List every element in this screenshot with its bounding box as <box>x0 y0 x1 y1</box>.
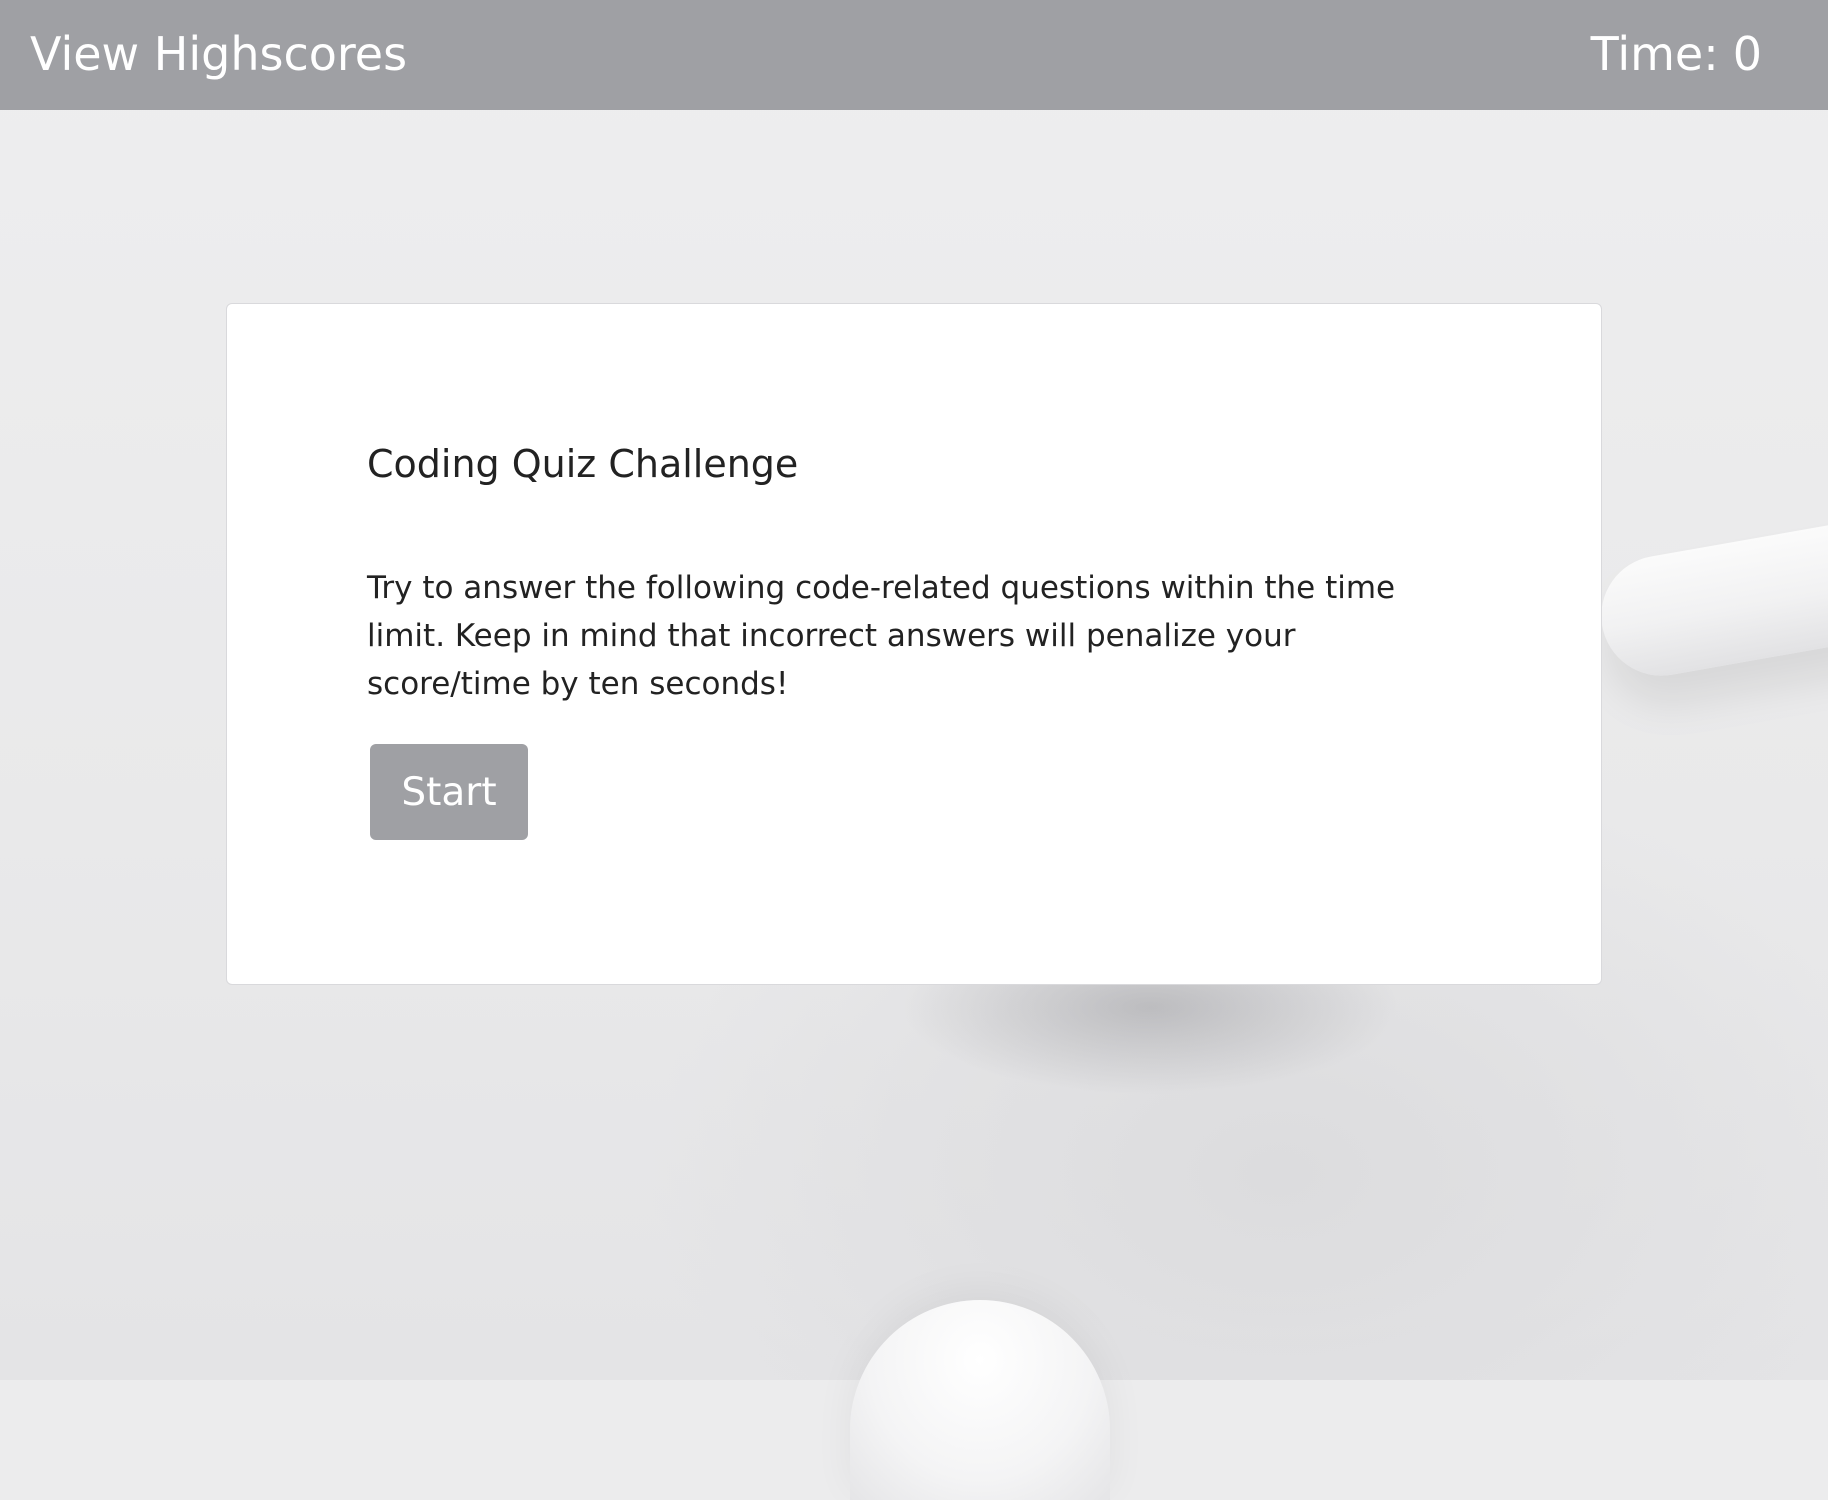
background-shadow <box>900 985 1400 1095</box>
timer-value: 0 <box>1732 27 1762 81</box>
quiz-description: Try to answer the following code-related… <box>367 570 1396 702</box>
view-highscores-link[interactable]: View Highscores <box>30 22 407 86</box>
timer: Time: 0 <box>1591 22 1762 86</box>
timer-label: Time: <box>1590 27 1719 81</box>
quiz-title: Coding Quiz Challenge <box>367 442 799 486</box>
top-bar: View Highscores Time: 0 <box>0 0 1828 110</box>
quiz-intro-card: Coding Quiz Challenge Try to answer the … <box>226 303 1602 985</box>
start-button[interactable]: Start <box>370 744 528 840</box>
